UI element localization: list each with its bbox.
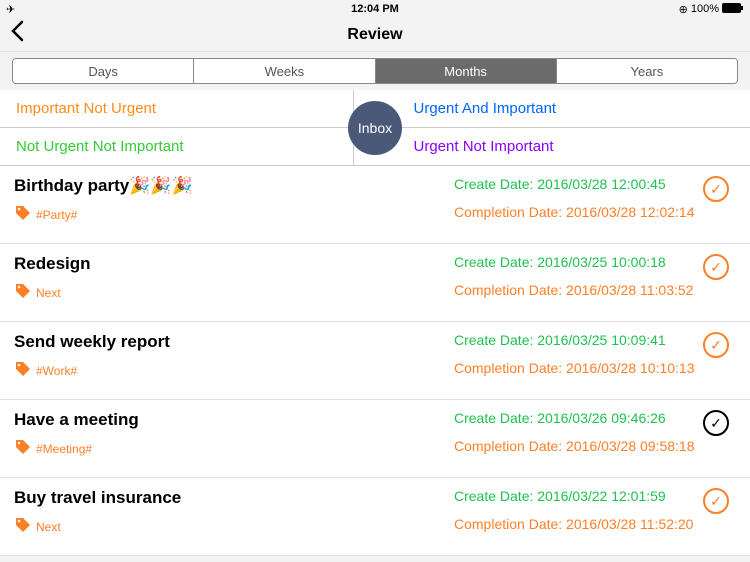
- tag-label: #Meeting#: [36, 442, 92, 456]
- check-icon: ✓: [710, 415, 722, 432]
- completion-date: Completion Date: 2016/03/28 10:10:13: [454, 360, 696, 376]
- segment-months[interactable]: Months: [376, 59, 557, 83]
- segment-control-wrap: Days Weeks Months Years: [0, 52, 750, 90]
- create-date: Create Date: 2016/03/28 12:00:45: [454, 176, 696, 192]
- task-row[interactable]: Redesign Next Create Date: 2016/03/25 10…: [0, 244, 750, 322]
- nav-bar: Review: [0, 18, 750, 52]
- task-title: Buy travel insurance: [14, 488, 454, 508]
- airplane-icon: ✈: [6, 3, 15, 16]
- check-icon: ✓: [710, 337, 722, 354]
- quadrant-urgent-not-important[interactable]: Urgent Not Important: [354, 128, 750, 165]
- tag-label: Next: [36, 286, 61, 300]
- quadrant-urgent-important[interactable]: Urgent And Important: [354, 90, 750, 127]
- inbox-button[interactable]: Inbox: [348, 101, 402, 155]
- task-tag: Next: [14, 282, 454, 303]
- task-check-button[interactable]: ✓: [703, 254, 729, 280]
- time-segment-control: Days Weeks Months Years: [12, 58, 738, 84]
- check-icon: ✓: [710, 181, 722, 198]
- tag-icon: [14, 360, 32, 381]
- battery-percent: 100%: [691, 3, 719, 15]
- battery-icon: [722, 3, 744, 16]
- task-row[interactable]: Send weekly report #Work# Create Date: 2…: [0, 322, 750, 400]
- back-button[interactable]: [10, 20, 24, 49]
- tag-icon: [14, 282, 32, 303]
- tag-icon: [14, 438, 32, 459]
- page-title: Review: [347, 26, 402, 44]
- status-left: ✈: [6, 3, 15, 16]
- create-date: Create Date: 2016/03/25 10:09:41: [454, 332, 696, 348]
- task-check-button[interactable]: ✓: [703, 488, 729, 514]
- completion-date: Completion Date: 2016/03/28 11:52:20: [454, 516, 696, 532]
- quadrant-important-not-urgent[interactable]: Important Not Urgent: [0, 90, 354, 127]
- orientation-lock-icon: ⊕: [679, 3, 688, 16]
- task-check-button[interactable]: ✓: [703, 176, 729, 202]
- status-bar: ✈ 12:04 PM ⊕ 100%: [0, 0, 750, 18]
- status-time: 12:04 PM: [351, 3, 399, 15]
- check-icon: ✓: [710, 493, 722, 510]
- task-title: Redesign: [14, 254, 454, 274]
- task-row[interactable]: Buy travel insurance Next Create Date: 2…: [0, 478, 750, 556]
- task-title: Birthday party🎉🎉🎉: [14, 176, 454, 196]
- task-tag: #Work#: [14, 360, 454, 381]
- tag-icon: [14, 516, 32, 537]
- create-date: Create Date: 2016/03/22 12:01:59: [454, 488, 696, 504]
- tag-label: #Party#: [36, 208, 77, 222]
- tag-label: Next: [36, 520, 61, 534]
- completion-date: Completion Date: 2016/03/28 11:03:52: [454, 282, 696, 298]
- task-list: Birthday party🎉🎉🎉 #Party# Create Date: 2…: [0, 166, 750, 556]
- task-title: Have a meeting: [14, 410, 454, 430]
- segment-days[interactable]: Days: [13, 59, 194, 83]
- task-check-button[interactable]: ✓: [703, 332, 729, 358]
- completion-date: Completion Date: 2016/03/28 09:58:18: [454, 438, 696, 454]
- segment-weeks[interactable]: Weeks: [194, 59, 375, 83]
- priority-quadrant: Important Not Urgent Urgent And Importan…: [0, 90, 750, 166]
- status-right: ⊕ 100%: [679, 3, 744, 16]
- quadrant-not-urgent-not-important[interactable]: Not Urgent Not Important: [0, 128, 354, 165]
- chevron-left-icon: [10, 20, 24, 42]
- completion-date: Completion Date: 2016/03/28 12:02:14: [454, 204, 696, 220]
- tag-label: #Work#: [36, 364, 77, 378]
- task-row[interactable]: Birthday party🎉🎉🎉 #Party# Create Date: 2…: [0, 166, 750, 244]
- tag-icon: [14, 204, 32, 225]
- task-row[interactable]: Have a meeting #Meeting# Create Date: 20…: [0, 400, 750, 478]
- task-tag: #Party#: [14, 204, 454, 225]
- task-tag: #Meeting#: [14, 438, 454, 459]
- segment-years[interactable]: Years: [557, 59, 737, 83]
- task-title: Send weekly report: [14, 332, 454, 352]
- check-icon: ✓: [710, 259, 722, 276]
- task-tag: Next: [14, 516, 454, 537]
- create-date: Create Date: 2016/03/26 09:46:26: [454, 410, 696, 426]
- create-date: Create Date: 2016/03/25 10:00:18: [454, 254, 696, 270]
- task-check-button[interactable]: ✓: [703, 410, 729, 436]
